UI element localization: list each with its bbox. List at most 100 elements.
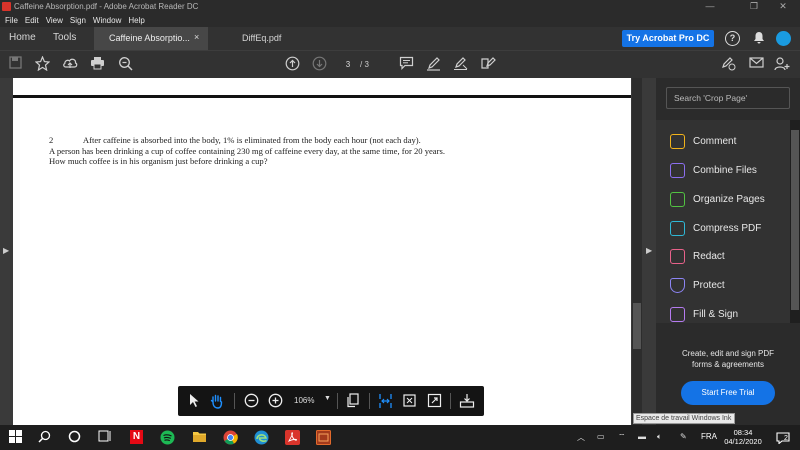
print-icon[interactable] [89, 56, 105, 72]
bell-icon[interactable] [751, 31, 766, 46]
menu-file[interactable]: File [5, 16, 18, 25]
email-icon[interactable] [748, 56, 764, 72]
pen-workspace-icon[interactable]: ✎ [680, 432, 687, 441]
tool-fill-sign[interactable]: Fill & Sign [670, 306, 738, 322]
zoom-out-icon[interactable] [243, 393, 259, 409]
tools-pane: Search 'Crop Page' Comment Combine Files… [656, 78, 800, 425]
tool-compress-label: Compress PDF [693, 222, 762, 234]
clock[interactable]: 08:34 04/12/2020 [722, 428, 764, 446]
tool-compress-pdf[interactable]: Compress PDF [670, 220, 761, 236]
menu-window[interactable]: Window [93, 16, 121, 25]
page-text: 2 After caffeine is absorbed into the bo… [49, 135, 445, 167]
help-icon[interactable]: ? [725, 31, 740, 46]
tool-comment-label: Comment [693, 135, 737, 147]
network-icon[interactable]: ⌔ [618, 432, 626, 442]
file-explorer-icon[interactable] [192, 430, 207, 445]
menu-edit[interactable]: Edit [25, 16, 39, 25]
minimize-button[interactable]: — [693, 0, 727, 13]
tool-organize-label: Organize Pages [693, 193, 765, 205]
chevron-up-icon[interactable]: ︿ [577, 432, 585, 443]
next-page-icon[interactable] [311, 56, 327, 72]
battery-icon[interactable]: ▭ [597, 432, 605, 441]
volume-icon[interactable]: 🔈︎ [657, 432, 662, 442]
spotify-icon[interactable] [160, 430, 175, 445]
tab-caffeine-absorption[interactable]: Caffeine Absorptio... × [94, 27, 208, 50]
hand-tool-icon[interactable] [209, 393, 225, 409]
page-number-input[interactable]: 3 [338, 57, 358, 72]
fit-width-icon[interactable] [377, 393, 393, 409]
select-pointer-icon[interactable] [186, 393, 202, 409]
acrobat-taskbar-icon[interactable] [285, 430, 300, 445]
tool-organize-pages[interactable]: Organize Pages [670, 191, 765, 207]
language-indicator[interactable]: FRA [701, 432, 717, 441]
tab-diffeq[interactable]: DiffEq.pdf [242, 33, 281, 43]
notification-count: 2 [784, 435, 788, 442]
avatar[interactable] [776, 31, 791, 46]
page-text-line-2: A person has been drinking a cup of coff… [49, 145, 445, 156]
task-view-icon[interactable] [97, 430, 112, 445]
windows-start-icon[interactable] [8, 430, 23, 445]
chevron-down-icon[interactable]: ▼ [324, 395, 331, 402]
search-icon[interactable] [37, 430, 52, 445]
tool-fill-sign-label: Fill & Sign [693, 308, 739, 320]
cloud-upload-icon[interactable] [62, 56, 78, 72]
separator [450, 393, 451, 409]
fill-sign-icon[interactable] [480, 56, 496, 72]
previous-page-icon[interactable] [284, 56, 300, 72]
cortana-icon[interactable] [67, 430, 82, 445]
zoom-level[interactable]: 106% [294, 396, 314, 405]
star-icon[interactable] [34, 55, 50, 72]
add-user-icon[interactable] [774, 56, 790, 72]
comment-icon[interactable] [398, 56, 414, 72]
page-total: / 3 [360, 60, 369, 69]
menu-help[interactable]: Help [128, 16, 144, 25]
document-area: ▶ 2 After caffeine is absorbed into the … [0, 78, 656, 425]
edge-icon[interactable] [254, 430, 269, 445]
try-acrobat-pro-button[interactable]: Try Acrobat Pro DC [622, 30, 714, 47]
page-text-line-3: How much coffee is in his organism just … [49, 156, 268, 166]
zoom-in-icon[interactable] [267, 393, 283, 409]
fit-page-icon[interactable] [401, 393, 417, 409]
shield-icon [670, 277, 685, 293]
app-icon[interactable] [316, 430, 331, 445]
sign-pen-icon[interactable] [452, 56, 468, 72]
pdf-page: 2 After caffeine is absorbed into the bo… [13, 78, 631, 425]
zoom-search-icon[interactable] [117, 56, 133, 72]
document-scroll-thumb[interactable] [633, 303, 641, 349]
tool-redact[interactable]: Redact [670, 248, 725, 264]
page-thumbnails-icon[interactable] [345, 393, 361, 409]
tool-combine-files[interactable]: Combine Files [670, 162, 757, 178]
save-icon[interactable] [7, 56, 23, 72]
request-signature-icon[interactable] [720, 56, 736, 72]
fill-sign-tool-icon [670, 306, 685, 322]
promo-text: Create, edit and sign PDF forms & agreem… [656, 348, 800, 370]
tool-redact-label: Redact [693, 250, 725, 262]
search-tools-input[interactable]: Search 'Crop Page' [666, 87, 790, 109]
netflix-icon[interactable]: N [130, 430, 143, 444]
tool-protect[interactable]: Protect [670, 277, 725, 293]
tool-protect-label: Protect [693, 279, 725, 291]
clock-date: 04/12/2020 [724, 437, 762, 446]
close-tab-icon[interactable]: × [194, 32, 199, 42]
organize-pages-icon [670, 191, 685, 207]
windows-taskbar: N ︿ ▭ ⌔ ▬ 🔈︎ ✎ FRA 08:34 04/12/2020 2 [0, 425, 800, 450]
menu-sign[interactable]: Sign [70, 16, 86, 25]
read-mode-icon[interactable] [459, 393, 475, 409]
chrome-icon[interactable] [223, 430, 238, 445]
separator [369, 393, 370, 409]
close-window-button[interactable]: ✕ [766, 0, 800, 13]
collapse-left-pane-icon[interactable]: ▶ [3, 246, 9, 255]
menu-bar: File Edit View Sign Window Help [0, 13, 800, 27]
laptop-icon[interactable]: ▬ [638, 432, 646, 441]
start-free-trial-button[interactable]: Start Free Trial [681, 381, 775, 405]
tab-tools[interactable]: Tools [53, 32, 76, 43]
tools-scroll-thumb[interactable] [791, 130, 799, 310]
document-scrollbar[interactable] [632, 78, 642, 425]
tools-list: Comment Combine Files Organize Pages Com… [656, 120, 790, 323]
highlight-pen-icon[interactable] [425, 56, 441, 72]
menu-view[interactable]: View [46, 16, 63, 25]
full-screen-icon[interactable] [426, 393, 442, 409]
tab-home[interactable]: Home [9, 32, 36, 43]
tool-comment[interactable]: Comment [670, 133, 736, 149]
collapse-right-pane-icon[interactable]: ▶ [646, 246, 652, 255]
